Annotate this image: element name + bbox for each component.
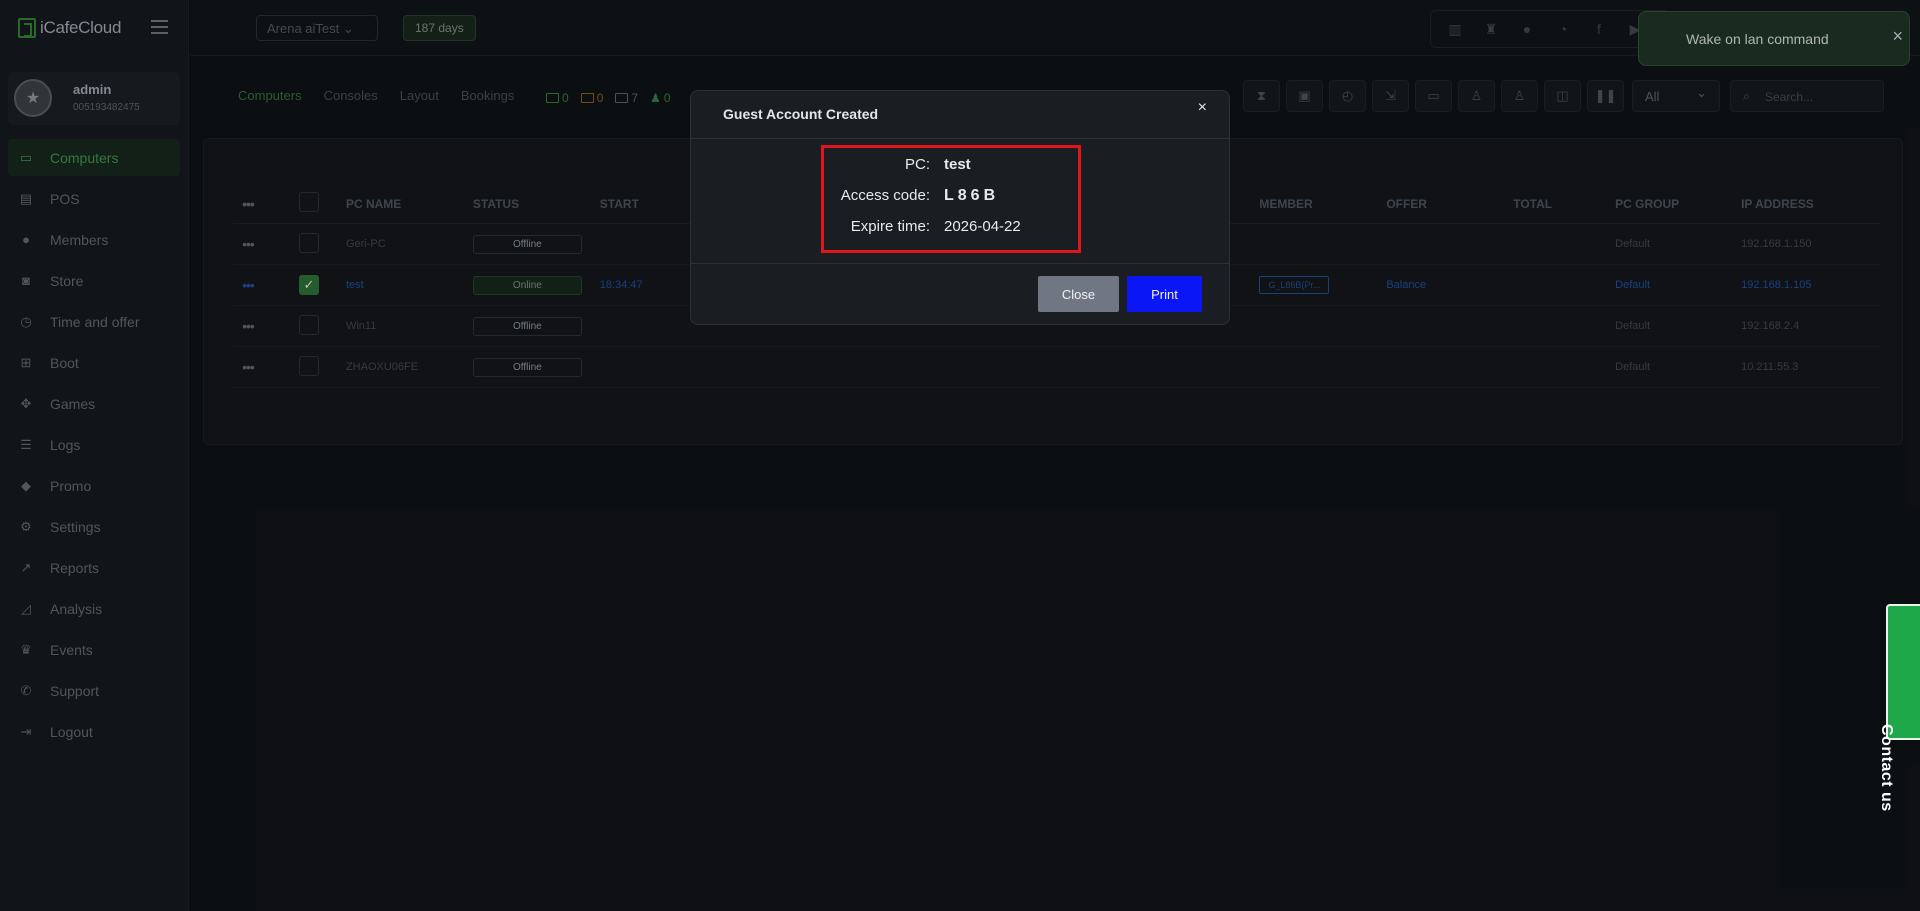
access-code-label: Access code:: [840, 187, 930, 204]
contact-us-tab[interactable]: Contact us: [1878, 604, 1920, 812]
close-icon[interactable]: ×: [1198, 99, 1207, 117]
expire-value: 2026-04-22: [944, 218, 1021, 235]
guest-account-modal: Guest Account Created × PC: test Access …: [690, 90, 1230, 325]
divider: [691, 263, 1229, 264]
pc-value: test: [944, 156, 971, 173]
contact-us-label: Contact us: [1878, 724, 1895, 812]
access-code-value: L86B: [944, 187, 1000, 204]
pc-label: PC:: [904, 156, 930, 173]
expire-label: Expire time:: [850, 218, 930, 235]
close-button[interactable]: Close: [1038, 276, 1119, 312]
print-button[interactable]: Print: [1127, 276, 1202, 312]
divider: [691, 138, 1229, 139]
modal-title: Guest Account Created: [723, 106, 879, 122]
